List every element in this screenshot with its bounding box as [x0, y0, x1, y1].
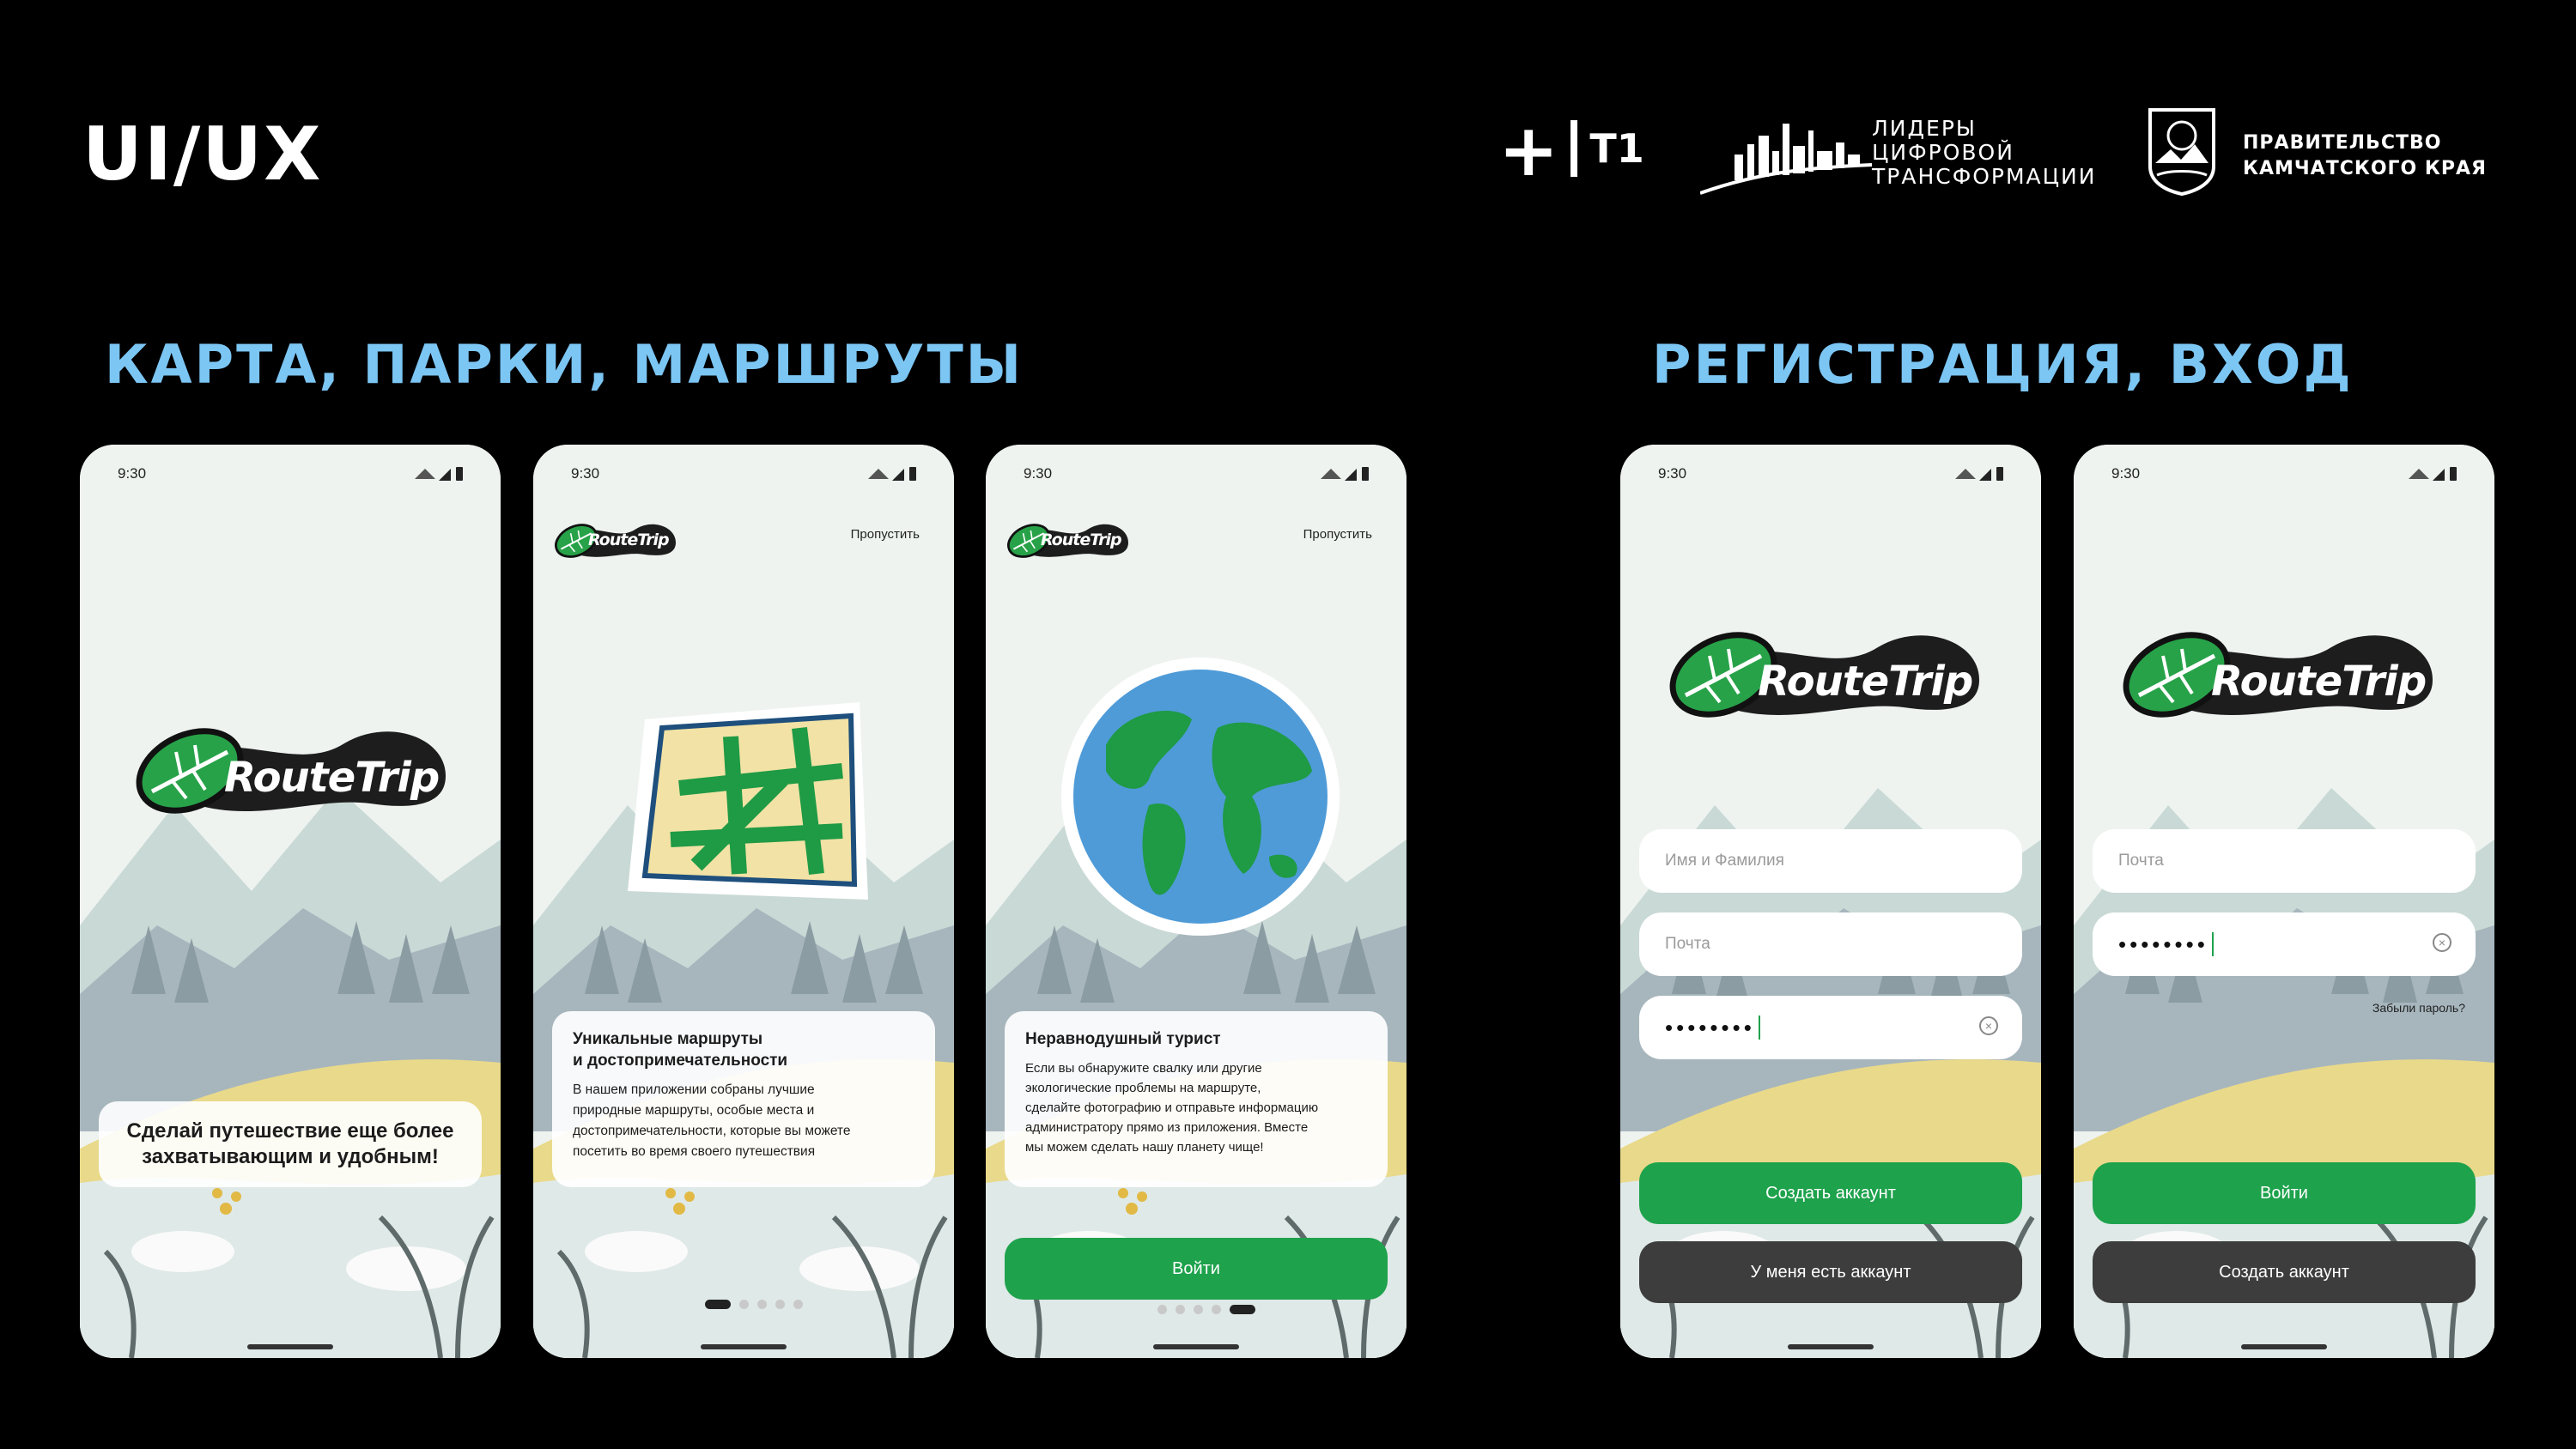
password-value: •••••••• [2118, 931, 2208, 957]
page-indicator [1157, 1305, 1255, 1314]
page-dot-4[interactable] [1212, 1305, 1221, 1314]
logo-text: RouteTrip [588, 530, 670, 549]
map-illustration-icon [628, 702, 868, 900]
phone-onboarding-eco: 9:30 RouteTrip Пропустить Неравнодушный … [986, 445, 1406, 1358]
status-icons [1955, 467, 2003, 481]
status-time: 9:30 [118, 465, 147, 482]
page-dot-3[interactable] [1194, 1305, 1203, 1314]
page-dot-5[interactable] [793, 1300, 803, 1309]
email-field[interactable]: Почта [2093, 829, 2476, 893]
t1-logo: + T1 [1498, 114, 1644, 186]
password-field[interactable]: •••••••• × [2093, 912, 2476, 976]
page-indicator [705, 1300, 803, 1309]
name-field[interactable]: Имя и Фамилия [1639, 829, 2022, 893]
email-field[interactable]: Почта [1639, 912, 2022, 976]
status-time: 9:30 [1024, 465, 1053, 482]
scenery-illustration [80, 445, 501, 1358]
phone-splash: 9:30 RouteTrip Сделай путешествие еще бо… [80, 445, 501, 1358]
globe-icon [1061, 658, 1340, 936]
page-dot-4[interactable] [775, 1300, 785, 1309]
page-dot-1[interactable] [705, 1300, 731, 1309]
city-skyline-logo [1700, 124, 1872, 195]
logo-text: RouteTrip [1041, 530, 1122, 549]
section-title-auth: РЕГИСТРАЦИЯ, ВХОД [1652, 333, 2354, 396]
page-dot-3[interactable] [757, 1300, 767, 1309]
t1-logo-text: T1 [1589, 125, 1644, 172]
password-value: •••••••• [1665, 1014, 1755, 1040]
section-title-map: КАРТА, ПАРКИ, МАРШРУТЫ [105, 333, 1024, 396]
card-title: Неравнодушный турист [1025, 1030, 1221, 1048]
have-account-button[interactable]: У меня есть аккаунт [1639, 1241, 2022, 1303]
status-icons [1321, 467, 1369, 481]
card-title: Уникальные маршруты и достопримечательно… [573, 1030, 788, 1070]
status-time: 9:30 [571, 465, 600, 482]
onboarding-card: Неравнодушный турист Если вы обнаружите … [1005, 1011, 1388, 1187]
logo-text: RouteTrip [1758, 658, 1973, 706]
status-time: 9:30 [2111, 465, 2141, 482]
leaders-logo-text: ЛИДЕРЫ ЦИФРОВОЙ ТРАНСФОРМАЦИИ [1872, 117, 2096, 189]
skip-button[interactable]: Пропустить [1303, 527, 1372, 542]
page-dot-5[interactable] [1230, 1305, 1255, 1314]
routetrip-logo: RouteTrip [2117, 606, 2443, 726]
card-body: Если вы обнаружите свалку или другие эко… [1025, 1061, 1319, 1155]
status-icons [2409, 467, 2457, 481]
gov-line-1: ПРАВИТЕЛЬСТВО [2243, 132, 2442, 154]
status-time: 9:30 [1658, 465, 1687, 482]
government-logo-text: ПРАВИТЕЛЬСТВО КАМЧАТСКОГО КРАЯ [2243, 130, 2487, 182]
routetrip-logo-small: RouteTrip [550, 512, 679, 563]
clear-icon[interactable]: × [1979, 1016, 1998, 1035]
leaders-line-3: ТРАНСФОРМАЦИИ [1872, 164, 2097, 189]
logo-text: RouteTrip [224, 754, 440, 802]
home-indicator[interactable] [1153, 1344, 1239, 1349]
page-dot-1[interactable] [1157, 1305, 1167, 1314]
card-body: В нашем приложении собраны лучшие природ… [573, 1082, 851, 1159]
home-indicator[interactable] [701, 1344, 787, 1349]
text-caret [1758, 1016, 1760, 1040]
home-indicator[interactable] [247, 1344, 333, 1349]
t1-divider [1571, 120, 1578, 177]
password-field[interactable]: •••••••• × [1639, 996, 2022, 1059]
clear-icon[interactable]: × [2433, 933, 2451, 952]
routetrip-logo: RouteTrip [1663, 606, 1990, 726]
onboarding-card: Уникальные маршруты и достопримечательно… [552, 1011, 935, 1187]
create-account-button[interactable]: Создать аккаунт [2093, 1241, 2476, 1303]
skip-button[interactable]: Пропустить [851, 527, 920, 542]
routetrip-logo-small: RouteTrip [1003, 512, 1132, 563]
leaders-line-2: ЦИФРОВОЙ [1872, 140, 2014, 165]
leaders-line-1: ЛИДЕРЫ [1872, 116, 1977, 141]
phone-registration: 9:30 RouteTrip Имя и Фамилия Почта •••••… [1620, 445, 2041, 1358]
logo-text: RouteTrip [2211, 658, 2427, 706]
plus-icon: + [1498, 108, 1559, 192]
page-title: UI/UX [82, 112, 323, 197]
status-icons [415, 467, 463, 481]
home-indicator[interactable] [1788, 1344, 1874, 1349]
status-icons [868, 467, 916, 481]
home-indicator[interactable] [2241, 1344, 2327, 1349]
text-caret [2211, 932, 2214, 956]
routetrip-logo: RouteTrip [130, 702, 456, 822]
splash-tagline: Сделай путешествие еще более захватывающ… [99, 1101, 482, 1187]
kamchatka-emblem-icon [2148, 108, 2215, 196]
gov-line-2: КАМЧАТСКОГО КРАЯ [2243, 158, 2487, 179]
phone-login: 9:30 RouteTrip Почта •••••••• × Забыли п… [2074, 445, 2494, 1358]
forgot-password-link[interactable]: Забыли пароль? [2372, 1001, 2465, 1015]
login-button[interactable]: Войти [2093, 1162, 2476, 1224]
phone-onboarding-routes: 9:30 RouteTrip Пропустить Уникальные мар… [533, 445, 954, 1358]
page-dot-2[interactable] [1176, 1305, 1185, 1314]
page-dot-2[interactable] [739, 1300, 749, 1309]
login-button[interactable]: Войти [1005, 1238, 1388, 1300]
create-account-button[interactable]: Создать аккаунт [1639, 1162, 2022, 1224]
